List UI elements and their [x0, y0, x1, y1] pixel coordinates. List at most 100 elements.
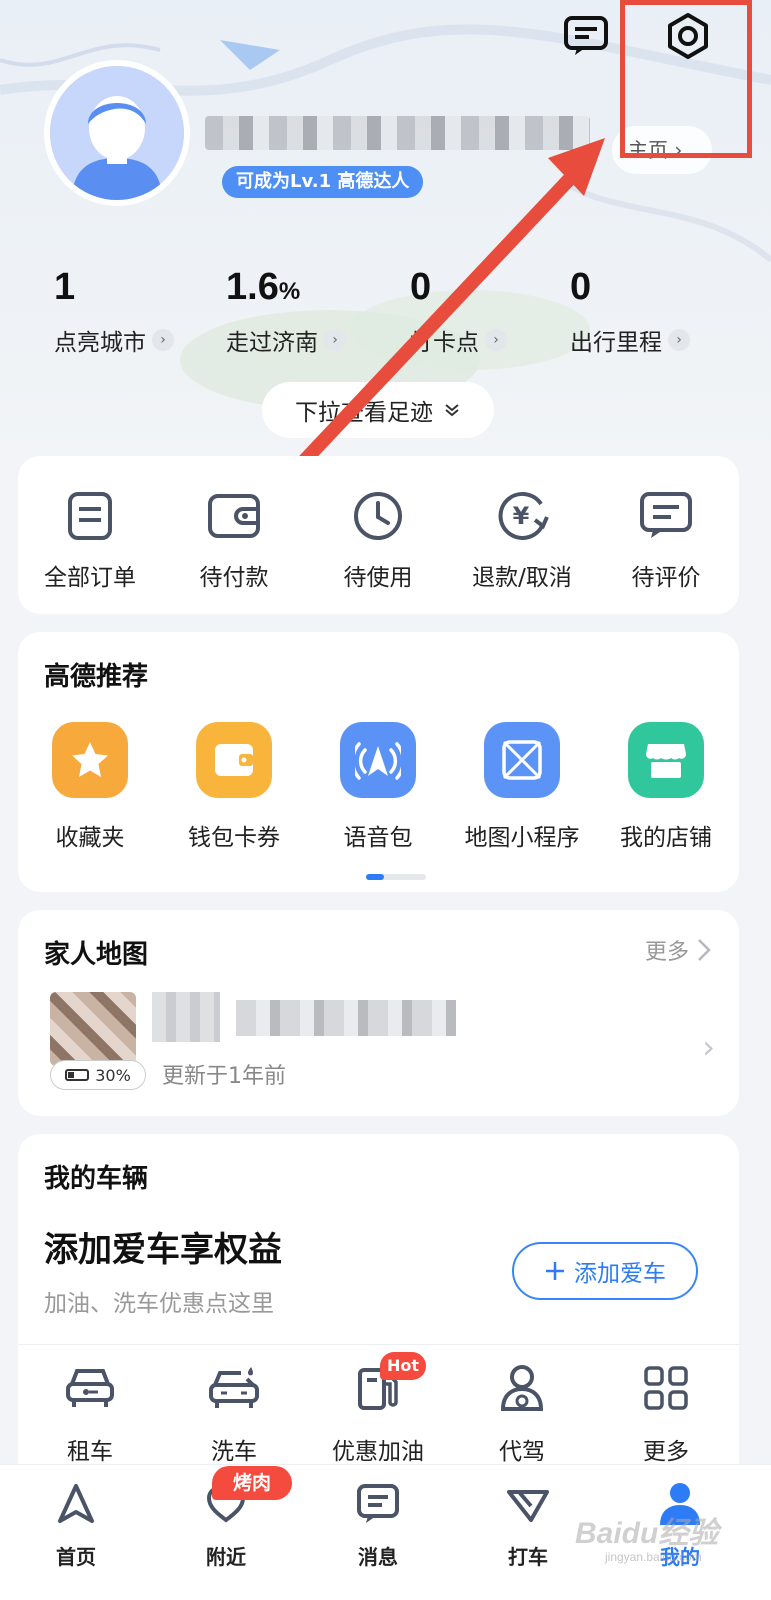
section-title: 高德推荐: [44, 662, 149, 692]
message-icon: [357, 1484, 399, 1523]
stat-city-coverage[interactable]: 1.6% 走过济南 ›: [226, 262, 346, 357]
wallet-icon: [215, 744, 253, 776]
taxi-icon: [507, 1490, 549, 1522]
family-map-card[interactable]: 家人地图 更多 30% 更新于1年前 ›: [18, 910, 739, 1116]
vehicle-headline: 添加爱车享权益: [44, 1230, 282, 1270]
svg-text:¥: ¥: [513, 502, 530, 530]
nav-label: 消息: [358, 1545, 398, 1569]
default-avatar-icon: [50, 66, 184, 200]
family-location-redacted: [236, 1000, 456, 1036]
rec-label: 语音包: [343, 825, 413, 851]
nav-label: 附近: [206, 1545, 246, 1569]
order-refund[interactable]: ¥ 退款/取消: [450, 486, 594, 592]
svc-fuel-discount[interactable]: 优惠加油: [306, 1360, 450, 1466]
hot-badge: Hot: [380, 1352, 426, 1380]
comment-icon: [640, 492, 692, 538]
nav-label: 打车: [508, 1545, 548, 1569]
refund-icon: ¥: [498, 491, 549, 540]
nav-taxi[interactable]: 打车: [468, 1479, 588, 1570]
rec-my-store[interactable]: 我的店铺: [594, 722, 738, 852]
svc-label: 优惠加油: [332, 1439, 424, 1465]
family-member-avatar[interactable]: [50, 992, 136, 1066]
rec-map-miniapp[interactable]: 地图小程序: [450, 722, 594, 852]
pulldown-footprint-button[interactable]: 下拉查看足迹: [262, 382, 494, 438]
nav-home[interactable]: 首页: [16, 1479, 136, 1570]
order-pending-payment[interactable]: 待付款: [162, 486, 306, 592]
stat-checkins[interactable]: 0 打卡点 ›: [410, 262, 507, 357]
order-label: 待付款: [199, 565, 269, 591]
recommend-card: 高德推荐 收藏夹 钱包卡券 语音包 地图小程序 我的店铺: [18, 632, 739, 892]
chevron-right-icon: ›: [485, 329, 507, 351]
stat-mileage[interactable]: 0 出行里程 ›: [570, 262, 690, 357]
order-label: 待评价: [631, 565, 701, 591]
stat-value: 0: [410, 266, 432, 308]
svc-designated-driver[interactable]: 代驾: [450, 1360, 594, 1466]
order-shortcuts-card: 全部订单 待付款 待使用 ¥ 退款/取消 待评价: [18, 456, 739, 614]
map-miniapp-icon: [502, 740, 542, 780]
order-label: 待使用: [343, 565, 413, 591]
svc-more[interactable]: 更多: [594, 1360, 738, 1466]
pulldown-label: 下拉查看足迹: [295, 400, 433, 426]
rec-label: 钱包卡券: [188, 825, 280, 851]
star-icon: [72, 742, 108, 777]
family-name-redacted: [152, 992, 220, 1042]
stat-value: 0: [570, 266, 592, 308]
chevron-right-icon: ›: [152, 329, 174, 351]
order-list-icon: [68, 492, 112, 540]
page-indicator: [366, 874, 426, 880]
more-label: 更多: [644, 940, 689, 965]
order-all[interactable]: 全部订单: [18, 486, 162, 592]
nav-messages[interactable]: 消息: [318, 1479, 438, 1570]
stat-cities[interactable]: 1 点亮城市 ›: [54, 262, 174, 357]
watermark-url: jingyan.baidu.com: [605, 1550, 702, 1564]
rec-favorites[interactable]: 收藏夹: [18, 722, 162, 852]
svc-label: 代驾: [499, 1439, 545, 1465]
car-rental-icon: [66, 1369, 114, 1407]
battery-badge: 30%: [50, 1060, 146, 1090]
add-car-label: 添加爱车: [574, 1261, 666, 1287]
page-indicator-active: [366, 874, 384, 880]
stat-value: 1: [54, 266, 76, 308]
plus-icon: [546, 1262, 564, 1280]
nav-label: 首页: [56, 1545, 96, 1569]
annotation-highlight-box: [620, 0, 752, 158]
svc-label: 更多: [643, 1439, 689, 1465]
family-more-link[interactable]: 更多: [645, 934, 711, 966]
rec-voice-pack[interactable]: 语音包: [306, 722, 450, 852]
chat-icon: [564, 16, 608, 55]
update-time: 更新于1年前: [162, 1064, 286, 1089]
promo-badge: 烤肉: [212, 1466, 292, 1500]
rec-label: 我的店铺: [620, 825, 712, 851]
navigation-arrow-icon: [58, 1484, 94, 1523]
svc-label: 洗车: [211, 1439, 257, 1465]
clock-icon: [354, 492, 402, 540]
section-title: 我的车辆: [44, 1164, 149, 1194]
svc-car-rental[interactable]: 租车: [18, 1360, 162, 1466]
battery-icon: [65, 1069, 90, 1081]
chevron-right-icon: ›: [668, 329, 690, 351]
rec-label: 地图小程序: [464, 825, 580, 851]
message-button[interactable]: [558, 8, 614, 64]
order-to-review[interactable]: 待评价: [594, 486, 738, 592]
chevron-right-icon: [698, 939, 711, 961]
stats-row: 1 点亮城市 › 1.6% 走过济南 › 0 打卡点 › 0 出行里程 ›: [0, 262, 771, 362]
rec-wallet[interactable]: 钱包卡券: [162, 722, 306, 852]
stat-label: 点亮城市 ›: [54, 323, 174, 357]
stat-value: 1.6%: [226, 266, 301, 308]
car-wash-icon: [209, 1367, 259, 1408]
driver-icon: [500, 1365, 544, 1411]
stat-label: 走过济南 ›: [226, 323, 346, 357]
wallet-icon: [208, 494, 260, 538]
stat-label: 出行里程 ›: [570, 323, 690, 357]
svc-car-wash[interactable]: 洗车: [162, 1360, 306, 1466]
double-chevron-down-icon: [445, 404, 459, 417]
order-to-use[interactable]: 待使用: [306, 486, 450, 592]
add-car-button[interactable]: 添加爱车: [512, 1242, 698, 1300]
stat-label: 打卡点 ›: [410, 323, 507, 357]
avatar[interactable]: [44, 60, 190, 206]
level-badge[interactable]: 可成为Lv.1 高德达人: [222, 166, 424, 198]
rec-label: 收藏夹: [55, 825, 125, 851]
order-label: 全部订单: [44, 565, 136, 591]
chevron-right-icon: ›: [324, 329, 346, 351]
chevron-right-icon[interactable]: ›: [702, 1028, 715, 1066]
